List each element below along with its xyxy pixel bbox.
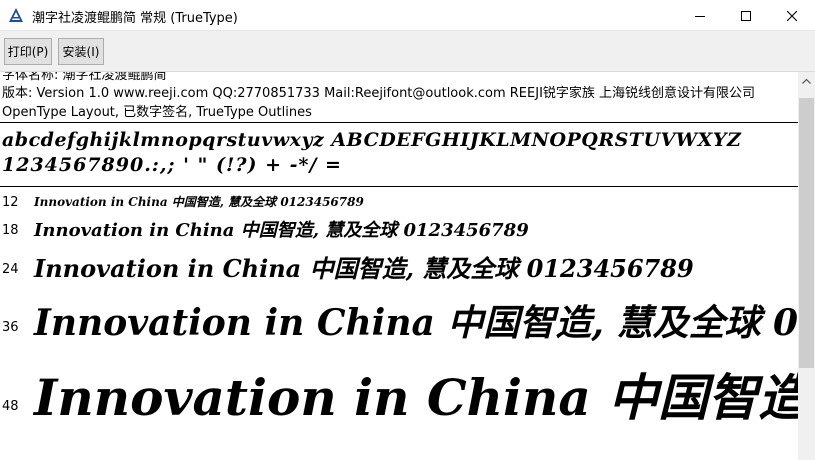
- font-version-line: 版本: Version 1.0 www.reeji.com QQ:2770851…: [2, 86, 756, 101]
- sample-size-label: 48: [2, 399, 19, 414]
- divider: [0, 122, 798, 123]
- sample-text: Innovation in China 中国智造, 慧及全球 012345678…: [34, 368, 798, 427]
- scroll-up-button[interactable]: [798, 72, 815, 89]
- minimize-button[interactable]: [677, 0, 723, 31]
- font-file-icon: [8, 7, 24, 23]
- close-button[interactable]: [769, 0, 815, 31]
- font-type-line: OpenType Layout, 已数字签名, TrueType Outline…: [2, 105, 312, 120]
- sample-text: Innovation in China 中国智造, 慧及全球 012345678…: [34, 254, 694, 283]
- chevron-up-icon: [802, 78, 811, 84]
- sample-size-label: 36: [2, 320, 19, 335]
- maximize-button[interactable]: [723, 0, 769, 31]
- charset-letters: abcdefghijklmnopqrstuvwxyz ABCDEFGHIJKLM…: [2, 129, 742, 151]
- scroll-thumb[interactable]: [799, 98, 814, 368]
- sample-text: Innovation in China 中国智造, 慧及全球 012345678…: [34, 302, 798, 344]
- close-icon: [787, 10, 797, 21]
- title-bar: 潮字社凌渡鲲鹏简 常规 (TrueType): [0, 0, 815, 31]
- charset-digits-symbols: 1234567890.:,; ' " (!?) + -*/ =: [2, 154, 342, 176]
- toolbar: 打印(P) 安装(I): [0, 31, 815, 72]
- install-button[interactable]: 安装(I): [58, 38, 104, 65]
- sample-size-label: 12: [2, 195, 19, 210]
- maximize-icon: [741, 10, 751, 21]
- divider: [0, 186, 798, 187]
- vertical-scrollbar[interactable]: [798, 72, 815, 460]
- minimize-icon: [695, 15, 705, 17]
- sample-text: Innovation in China 中国智造, 慧及全球 012345678…: [34, 195, 364, 209]
- sample-size-label: 18: [2, 223, 19, 238]
- sample-text: Innovation in China 中国智造, 慧及全球 012345678…: [34, 220, 529, 241]
- font-preview-area: 字体名称: 潮字社凌渡鲲鹏简 版本: Version 1.0 www.reeji…: [0, 72, 798, 460]
- window-title: 潮字社凌渡鲲鹏简 常规 (TrueType): [32, 11, 238, 26]
- sample-size-label: 24: [2, 262, 19, 277]
- print-button[interactable]: 打印(P): [4, 38, 52, 65]
